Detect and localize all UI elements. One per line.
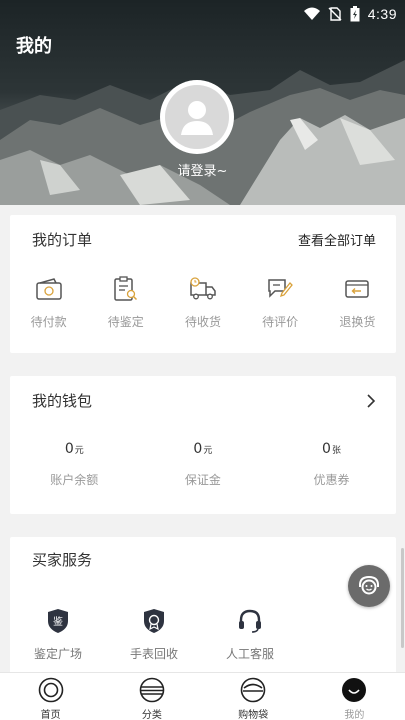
wallet-card: 我的钱包 0元 账户余额 0元 保证金 0张 优惠券: [10, 376, 396, 514]
floating-chat-button[interactable]: [348, 565, 390, 607]
profile-header: 4:39 我的 请登录~: [0, 0, 405, 205]
order-item-label: 待鉴定: [107, 315, 144, 329]
service-label: 鉴定广场: [33, 647, 82, 661]
tab-label: 购物袋: [238, 710, 269, 720]
order-item-returns[interactable]: 退换货: [319, 275, 396, 330]
wallet-title: 我的钱包: [32, 392, 93, 410]
edit-review-icon: [268, 279, 294, 298]
chevron-right-icon[interactable]: [366, 393, 376, 409]
wallet-value: 0张: [322, 441, 341, 457]
order-item-label: 待付款: [30, 315, 67, 329]
wallet-item-balance[interactable]: 0元 账户余额: [10, 441, 139, 488]
services-card: 买家服务 鉴 鉴定广场 手表回收 人工客服: [10, 537, 396, 677]
orders-title: 我的订单: [32, 231, 93, 249]
user-placeholder-icon: [181, 101, 213, 135]
order-item-pending-appraisal[interactable]: 待鉴定: [87, 275, 164, 330]
order-item-label: 退换货: [339, 315, 376, 329]
chat-support-icon: [359, 575, 379, 595]
wallet-label: 优惠券: [313, 473, 350, 487]
scrollbar[interactable]: [401, 548, 404, 648]
order-item-pending-receipt[interactable]: 待收货: [164, 275, 241, 330]
appraisal-shield-icon: 鉴: [48, 609, 68, 633]
order-item-pending-review[interactable]: 待评价: [242, 275, 319, 330]
wallet-label: 保证金: [184, 473, 221, 487]
status-time: 4:39: [367, 6, 397, 22]
profile-icon: [342, 678, 367, 702]
tab-profile[interactable]: 我的: [304, 673, 405, 720]
tab-bag[interactable]: 购物袋: [203, 673, 304, 720]
wifi-icon: [303, 7, 320, 20]
tab-label: 分类: [141, 710, 162, 720]
wallet-value: 0元: [193, 441, 213, 457]
bag-icon: [240, 677, 266, 703]
category-icon: [139, 677, 165, 703]
wallet-item-coupons[interactable]: 0张 优惠券: [267, 441, 396, 488]
tab-category[interactable]: 分类: [101, 673, 202, 720]
wallet-icon: [35, 278, 62, 300]
tab-label: 首页: [40, 710, 61, 720]
truck-icon: [190, 277, 216, 300]
order-item-pending-payment[interactable]: 待付款: [10, 275, 87, 330]
service-item-watch-recycle[interactable]: 手表回收: [106, 607, 202, 662]
page-title: 我的: [16, 36, 52, 57]
services-title: 买家服务: [32, 551, 93, 569]
avatar[interactable]: [160, 80, 234, 154]
service-item-appraisal-square[interactable]: 鉴 鉴定广场: [10, 607, 106, 662]
svg-text:鉴: 鉴: [53, 615, 63, 628]
watch-recycle-icon: [144, 609, 164, 633]
wallet-item-deposit[interactable]: 0元 保证金: [139, 441, 268, 488]
status-bar: 4:39: [303, 4, 397, 24]
wallet-label: 账户余额: [50, 473, 99, 487]
service-item-customer-service[interactable]: 人工客服: [202, 607, 298, 662]
battery-icon: [350, 6, 360, 22]
tab-label: 我的: [344, 710, 365, 720]
bottom-tab-bar: 首页 分类 购物袋 我的: [0, 672, 405, 720]
service-label: 人工客服: [225, 647, 274, 661]
wallet-value: 0元: [64, 441, 84, 457]
login-link[interactable]: 请登录~: [0, 160, 405, 179]
service-label: 手表回收: [129, 647, 178, 661]
tab-home[interactable]: 首页: [0, 673, 101, 720]
headset-icon: [239, 609, 261, 633]
view-all-orders-link[interactable]: 查看全部订单: [298, 230, 376, 249]
return-icon: [345, 280, 370, 298]
order-item-label: 待评价: [262, 315, 299, 329]
no-sim-icon: [328, 7, 342, 21]
orders-card: 我的订单 查看全部订单 待付款 待鉴定 待收货 待评价 退换货: [10, 215, 396, 353]
home-icon: [38, 677, 63, 703]
order-item-label: 待收货: [184, 315, 221, 329]
clipboard-search-icon: [114, 276, 137, 301]
